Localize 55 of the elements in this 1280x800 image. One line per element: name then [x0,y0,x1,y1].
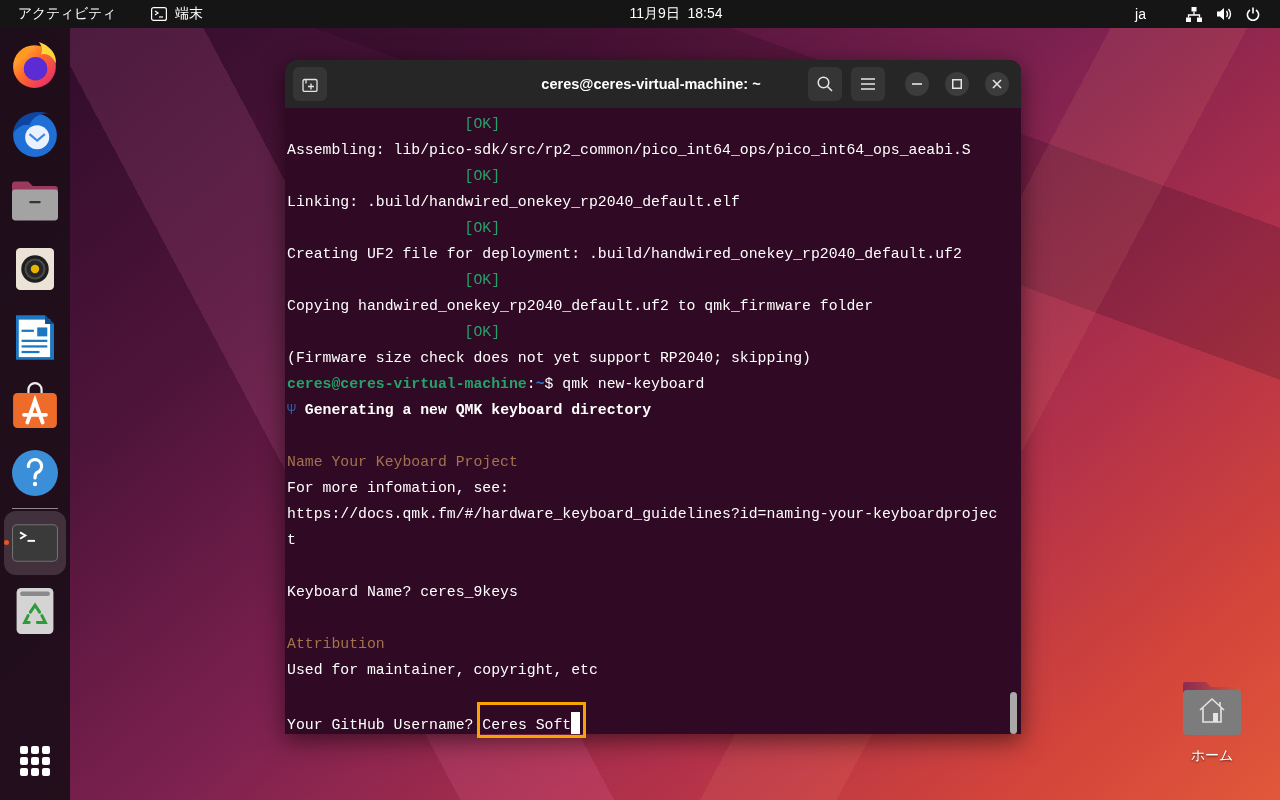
output-line: Copying handwired_onekey_rp2040_default.uf2 to qmk_firmware folder [287,297,874,316]
ok-status: [OK] [464,220,501,236]
home-folder-icon [1183,681,1241,735]
speaker-icon [16,247,54,291]
menu-button[interactable] [851,67,885,101]
status-line: Ψ Generating a new QMK keyboard directory [287,402,652,418]
new-tab-icon [302,76,318,92]
terminal-icon [12,524,58,562]
new-tab-button[interactable] [293,67,327,101]
clock-button[interactable]: 11月9日 18:54 [619,0,733,28]
volume-icon [1216,7,1232,21]
fox-globe-icon [13,42,57,88]
activities-button[interactable]: アクティビティ [0,0,128,28]
minimize-button[interactable] [905,72,929,96]
output-line: Creating UF2 file for deployment: .build/handwired_onekey_rp2040_default.uf2 [287,245,962,264]
output-line: https://docs.qmk.fm/#/hardware_keyboard_guidelines?id=naming-your-keyboardproject [287,505,998,550]
window-title: ceres@ceres-virtual-machine: ~ [541,76,761,92]
command-line: ceres@ceres-virtual-machine:~$ qmk new-keyboard [287,376,705,392]
ok-status: [OK] [464,116,501,132]
input-method-button[interactable]: ja [1125,0,1156,28]
trash-icon [16,588,54,634]
shopping-bag-icon [13,382,57,428]
power-icon [1246,7,1260,21]
app-grid-icon [20,746,50,776]
minimize-icon [912,83,922,85]
bird-envelope-icon [12,109,58,157]
maximize-icon [952,79,962,89]
ok-status: [OK] [464,168,501,184]
desktop-shortcut[interactable]: ホーム [1170,681,1254,765]
prompt-text: Keyboard Name? [287,584,412,600]
close-button[interactable] [985,72,1009,96]
folder-icon [12,181,58,221]
section-heading: Name Your Keyboard Project [287,454,518,470]
menu-icon [861,78,875,90]
output-line: Linking: .build/handwired_onekey_rp2040_default.elf [287,193,740,212]
ok-status: [OK] [464,272,501,288]
output-line: Assembling: lib/pico-sdk/src/rp2_common/pico_int64_ops/pico_int64_ops_aeabi.S [287,141,971,160]
network-icon [1186,6,1202,22]
output-line: (Firmware size check does not yet support RP2040; skipping) [287,349,811,368]
maximize-button[interactable] [945,72,969,96]
output-line: For more infomation, see: [287,479,509,498]
output-line: Used for maintainer, copyright, etc [287,661,598,680]
scrollbar-thumb [1010,692,1017,734]
close-icon [992,79,1002,89]
typed-answer: Ceres Soft [482,717,572,733]
section-heading: Attribution [287,636,385,652]
typed-answer: ceres_9keys [420,584,518,600]
document-icon [16,314,54,360]
prompt-text: Your GitHub Username? [287,717,474,733]
app-menu-button[interactable]: 端末 [143,0,211,28]
terminal-icon [151,7,167,21]
help-icon [12,450,58,496]
search-button[interactable] [808,67,842,101]
ok-status: [OK] [464,324,501,340]
search-icon [817,76,833,92]
